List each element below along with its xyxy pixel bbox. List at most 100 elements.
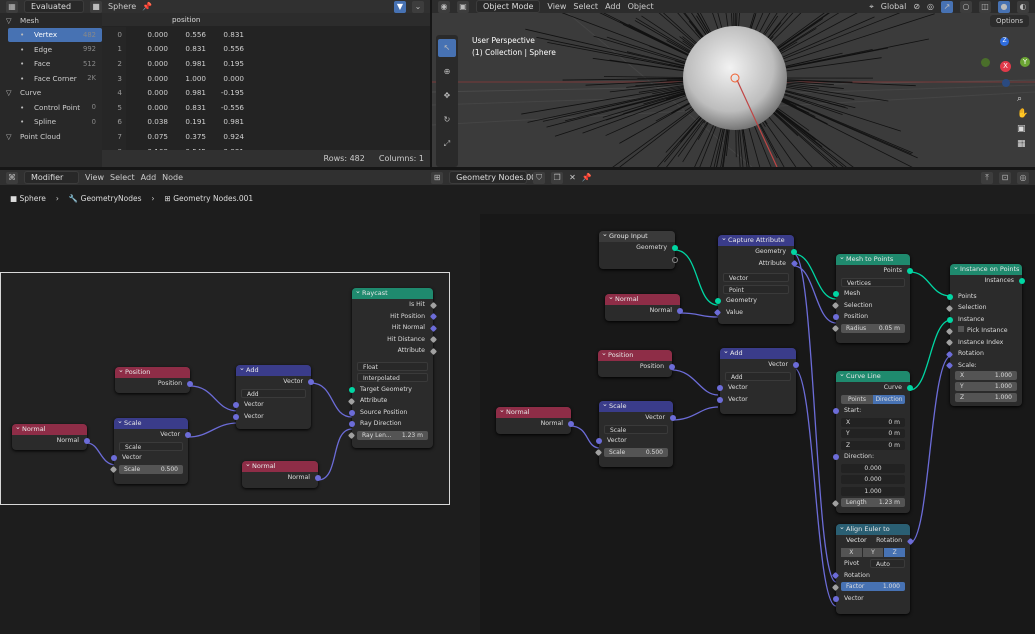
overlay-icon[interactable]: ○ [960, 0, 972, 13]
data-type-dropdown[interactable]: Float [357, 361, 428, 371]
column-header-position[interactable]: position [102, 13, 430, 26]
mode-direction-tab[interactable]: Direction [873, 394, 905, 404]
editor-context-dropdown[interactable]: Modifier [24, 171, 79, 184]
pin-icon[interactable]: 📌 [582, 173, 592, 182]
snap-icon[interactable]: ⊘ [913, 2, 920, 11]
pin-icon[interactable]: 📌 [142, 2, 152, 11]
editor-type-icon[interactable]: ▦ [6, 0, 18, 13]
gizmo-toggle-icon[interactable]: ↗ [941, 0, 953, 13]
mode-points-tab[interactable]: Points [841, 394, 873, 404]
input-socket[interactable] [947, 293, 953, 300]
input-socket[interactable] [831, 499, 840, 507]
empty-socket[interactable] [672, 256, 678, 263]
menu-select[interactable]: Select [110, 173, 135, 182]
gizmo-x[interactable]: X [1000, 61, 1011, 72]
node-normal[interactable]: Normal Normal [242, 459, 321, 488]
node-add[interactable]: Add Vector Add Vector Vector [717, 346, 799, 414]
input-socket[interactable] [111, 455, 117, 461]
output-socket[interactable] [907, 268, 913, 274]
cursor-tool-icon[interactable]: ⊕ [438, 63, 456, 81]
ray-length-field[interactable]: Ray Len... 1.23 m [357, 430, 428, 440]
node-normal[interactable]: Normal Normal [12, 422, 90, 450]
tree-item[interactable]: ▽ Mesh [0, 13, 102, 28]
direction-y-field[interactable]: 0.000 [841, 475, 905, 484]
camera-icon[interactable]: ▣ [1017, 122, 1031, 137]
operation-dropdown[interactable]: Scale [604, 424, 668, 434]
output-socket[interactable] [791, 249, 797, 255]
input-socket[interactable] [945, 304, 954, 312]
overlay-icon[interactable]: ◎ [1017, 171, 1029, 184]
evaluation-mode-dropdown[interactable]: Evaluated [24, 0, 84, 13]
input-socket[interactable] [233, 402, 239, 408]
snap-icon[interactable]: ⊡ [999, 171, 1011, 184]
scale-x-field[interactable]: X 1.000 [955, 371, 1017, 380]
operation-dropdown[interactable]: Add [725, 371, 791, 381]
zoom-icon[interactable]: ⌕ [1017, 92, 1031, 107]
editor-type-icon[interactable]: ⌘ [6, 171, 18, 184]
viewport-3d[interactable]: ◉ ▣ Object Mode View Select Add Object ⌖… [432, 0, 1035, 167]
scale-tool-icon[interactable]: ⤢ [438, 135, 456, 153]
menu-object[interactable]: Object [628, 2, 654, 11]
axis-y-button[interactable]: Y [862, 547, 884, 557]
gizmo-y[interactable]: Y [1020, 57, 1030, 67]
input-socket[interactable] [233, 413, 239, 420]
breadcrumb-tree[interactable]: ⊞ Geometry Nodes.001 [165, 194, 254, 203]
node-align-euler-to-vector[interactable]: Align Euler to Vector Rotation XYZ Pivot… [831, 522, 915, 614]
orientation-dropdown[interactable]: Global [881, 2, 907, 11]
scale-field[interactable]: Scale 0.500 [119, 464, 183, 474]
fake-user-icon[interactable]: ⛉ [533, 171, 546, 184]
node-position[interactable]: Position Position [115, 365, 193, 393]
output-socket[interactable] [187, 381, 193, 387]
pan-icon[interactable]: ✋ [1017, 107, 1031, 122]
menu-add[interactable]: Add [141, 173, 157, 182]
node-group-input[interactable]: Group Input Geometry [599, 229, 678, 269]
tree-item[interactable]: • Vertex 482 [8, 27, 102, 42]
input-socket[interactable] [833, 314, 839, 320]
input-socket[interactable] [717, 385, 723, 391]
breadcrumb-modifier[interactable]: 🔧 GeometryNodes [69, 194, 142, 203]
breadcrumb-object[interactable]: ■ Sphere [10, 194, 46, 203]
node-capture-attribute[interactable]: Capture Attribute Geometry Attribute Vec… [713, 233, 799, 324]
pivot-dropdown[interactable]: Auto [870, 559, 905, 568]
output-socket[interactable] [677, 308, 683, 314]
radius-field[interactable]: Radius 0.05 m [841, 323, 905, 333]
output-socket[interactable] [315, 475, 321, 481]
tree-item[interactable]: • Face Corner 2K [0, 71, 102, 86]
solid-shading-icon[interactable]: ● [998, 0, 1010, 13]
start-x-field[interactable]: X0 m [841, 417, 905, 427]
input-socket[interactable] [717, 396, 723, 403]
interpolation-dropdown[interactable]: Interpolated [357, 373, 428, 382]
mode-dropdown[interactable]: Vertices [841, 277, 905, 287]
factor-field[interactable]: Factor 1.000 [841, 582, 905, 591]
grid-icon[interactable]: ▦ [1017, 137, 1031, 152]
output-socket[interactable] [185, 432, 191, 438]
tree-item[interactable]: • Control Point 0 [0, 100, 102, 115]
node-position[interactable]: Position Position [598, 348, 675, 377]
start-z-field[interactable]: Z0 m [841, 440, 905, 450]
direction-x-field[interactable]: 0.000 [841, 463, 905, 473]
input-socket[interactable] [349, 409, 355, 416]
input-socket[interactable] [945, 327, 954, 335]
input-socket[interactable] [833, 291, 839, 297]
tree-item[interactable]: ▽ Point Cloud [0, 129, 102, 144]
data-type-dropdown[interactable]: Vector [723, 273, 789, 282]
input-socket[interactable] [349, 421, 355, 427]
output-socket[interactable] [669, 364, 675, 370]
node-mesh-to-points[interactable]: Mesh to Points Points Vertices Mesh Sele… [831, 252, 913, 343]
gizmo-z[interactable]: Z [1000, 37, 1009, 46]
input-socket[interactable] [347, 397, 356, 405]
select-tool-icon[interactable]: ↖ [438, 39, 456, 57]
node-normal[interactable]: Normal Normal [496, 405, 574, 434]
select-mode-icon[interactable]: ▣ [457, 0, 469, 13]
output-socket[interactable] [670, 415, 676, 421]
length-field[interactable]: Length 1.23 m [841, 498, 905, 507]
mode-dropdown[interactable]: Object Mode [476, 0, 541, 13]
axis-x-button[interactable]: X [841, 547, 862, 557]
output-socket[interactable] [672, 245, 678, 251]
menu-view[interactable]: View [547, 2, 566, 11]
node-scale[interactable]: Scale Vector Scale Vector Scale0.500 [109, 416, 191, 484]
xray-icon[interactable]: ◫ [979, 0, 991, 13]
orientation-icon[interactable]: ⌖ [869, 2, 874, 12]
node-curve-line[interactable]: Curve Line Curve PointsDirection Start: … [831, 369, 913, 513]
scale-y-field[interactable]: Y 1.000 [955, 382, 1017, 391]
